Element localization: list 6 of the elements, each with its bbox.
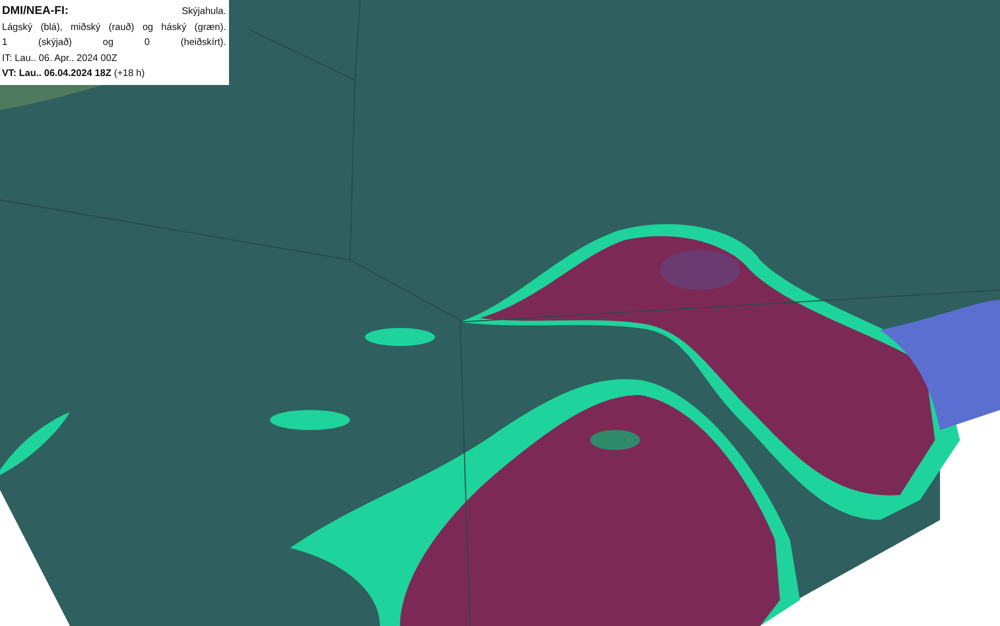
legend-product: Skýjahula. (182, 5, 226, 19)
legend-description: 1 (skýjað) og 0 (heiðskírt). (2, 36, 226, 50)
legend-source: DMI/NEA-FI: (2, 4, 68, 19)
legend-description: Lágský (blá), miðský (rauð) og háský (græn). (2, 20, 226, 34)
valid-time: VT: Lau.. 06.04.2024 18Z (+18 h) (2, 67, 146, 81)
initial-time: IT: Lau.. 06. Apr.. 2024 00Z (2, 52, 118, 66)
